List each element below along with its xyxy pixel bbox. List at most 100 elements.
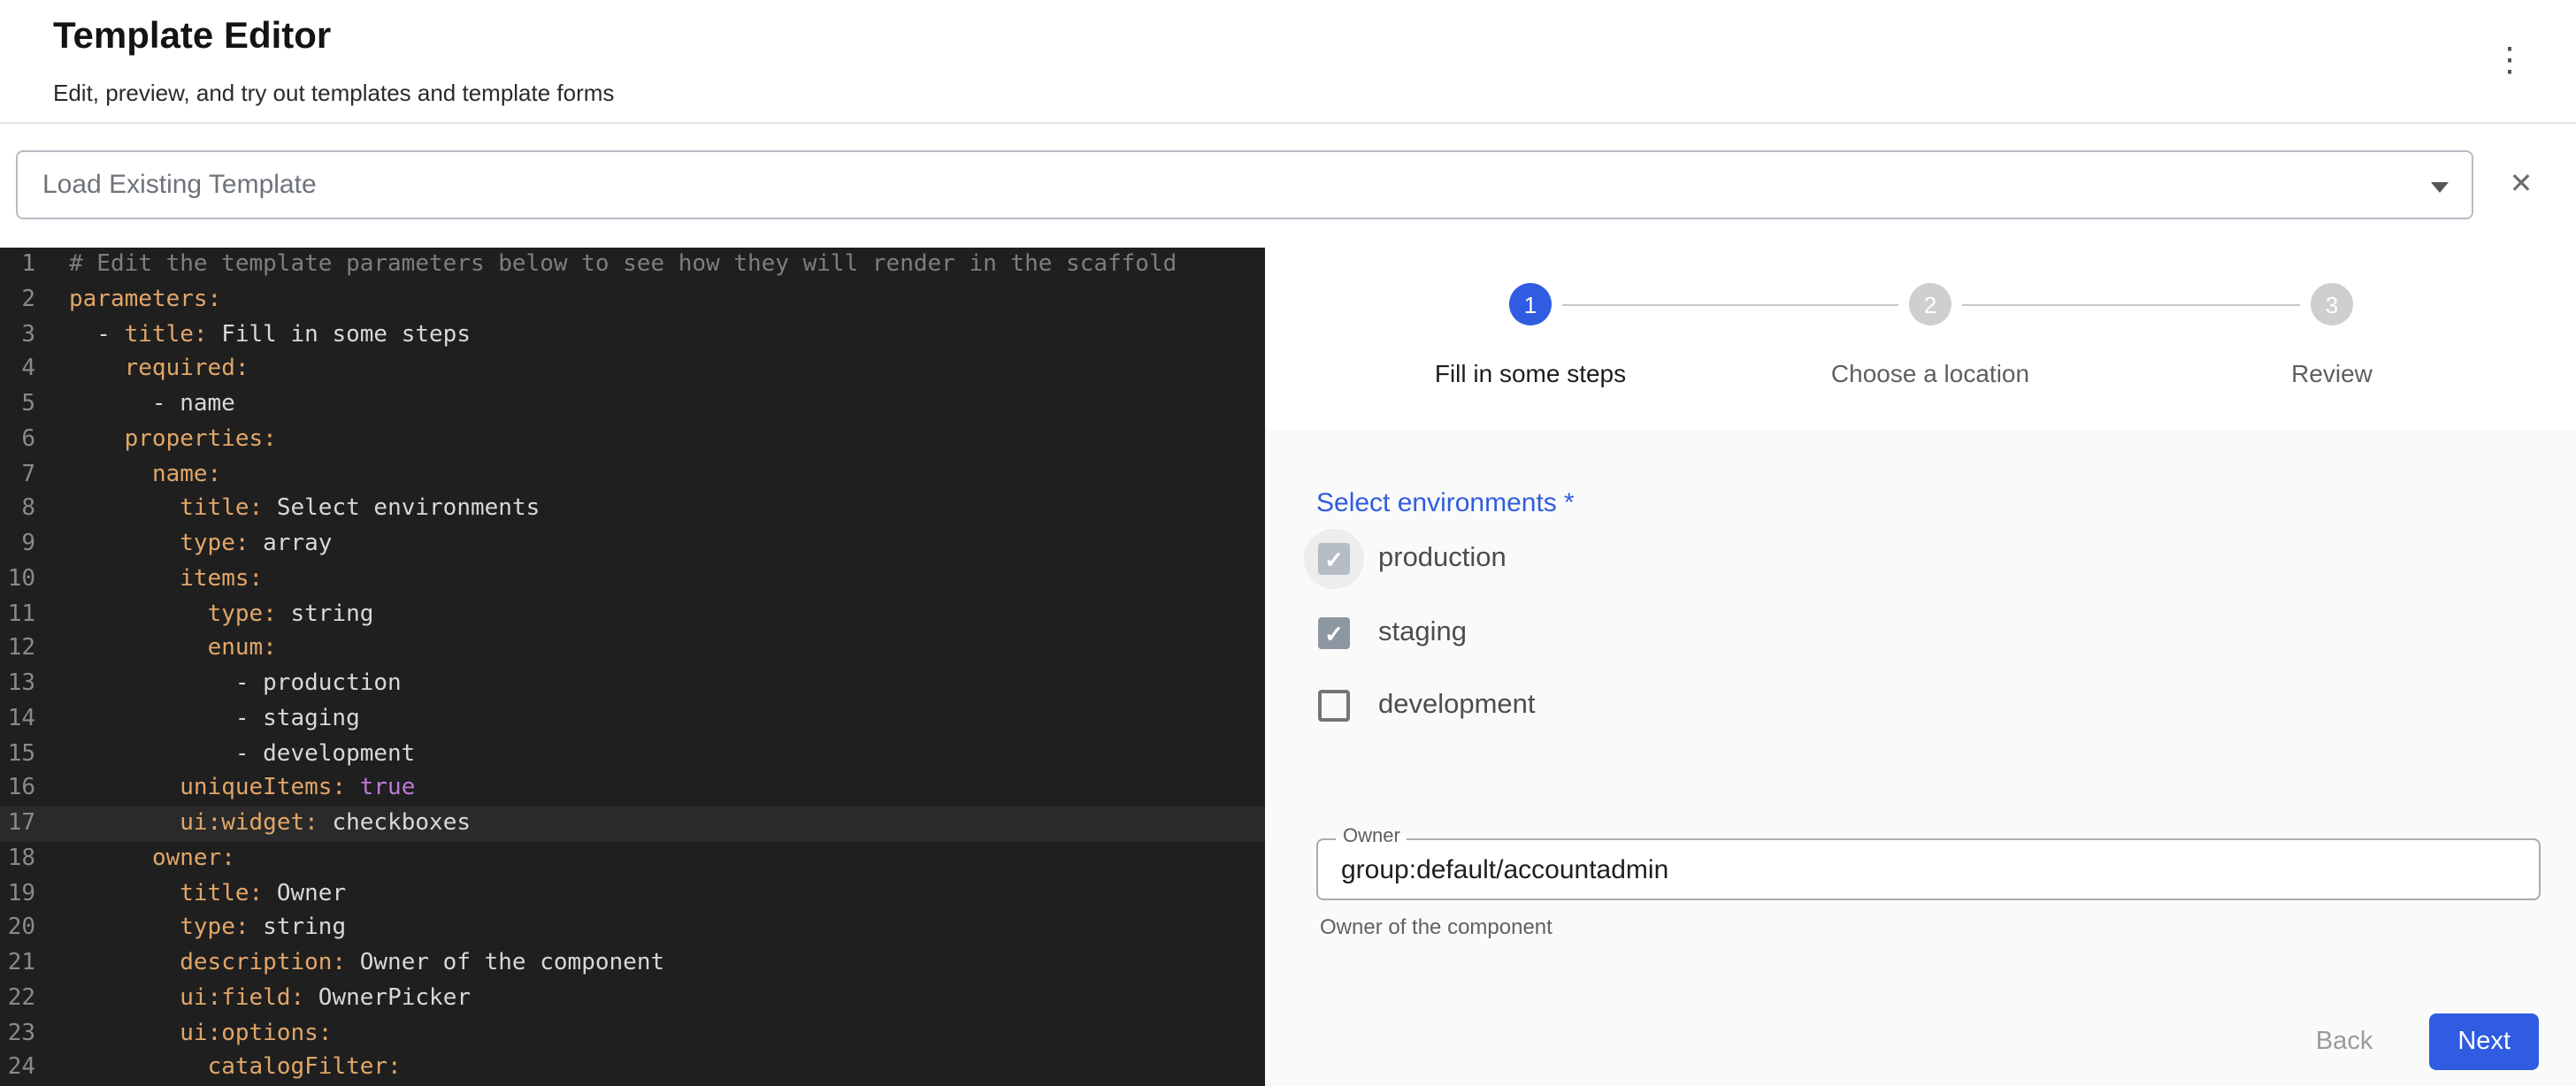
stepper-step-1: 1Fill in some steps — [1389, 283, 1672, 387]
code-line[interactable]: 14 - staging — [0, 702, 1265, 738]
checkbox-label[interactable]: development — [1378, 690, 1536, 722]
line-number: 16 — [0, 772, 35, 807]
step-label: Review — [2291, 359, 2373, 387]
checkbox-row-development[interactable]: development — [1304, 676, 1536, 736]
line-number: 8 — [0, 493, 35, 528]
line-number: 14 — [0, 702, 35, 738]
code-line[interactable]: 21 description: Owner of the component — [0, 946, 1265, 982]
check-icon: ✓ — [1324, 547, 1344, 570]
line-number: 10 — [0, 562, 35, 598]
select-environments-label: Select environments* — [1316, 488, 1575, 518]
line-code: - development — [35, 737, 415, 772]
checkbox-slot — [1304, 676, 1364, 736]
step-number-badge: 2 — [1909, 283, 1951, 325]
checkbox-slot: ✓ — [1304, 603, 1364, 663]
kebab-menu-icon[interactable]: ⋮ — [2482, 41, 2537, 81]
line-code: - name — [35, 387, 235, 423]
chevron-down-icon — [2431, 182, 2449, 193]
line-number: 2 — [0, 283, 35, 318]
code-editor[interactable]: 1# Edit the template parameters below to… — [0, 248, 1265, 1086]
line-number: 1 — [0, 248, 35, 283]
code-line[interactable]: 23 ui:options: — [0, 1016, 1265, 1052]
code-line[interactable]: 10 items: — [0, 562, 1265, 598]
line-number: 9 — [0, 527, 35, 562]
checkbox-slot: ✓ — [1304, 529, 1364, 589]
code-line[interactable]: 6 properties: — [0, 423, 1265, 458]
form-section: Select environments* ✓ production ✓ staging… — [1265, 430, 2576, 1086]
code-line[interactable]: 22 ui:field: OwnerPicker — [0, 982, 1265, 1017]
code-line[interactable]: 18 owner: — [0, 842, 1265, 877]
checkbox-row-production[interactable]: ✓ production — [1304, 529, 1506, 589]
checkbox-checked-icon[interactable]: ✓ — [1318, 543, 1350, 575]
load-template-row: Load Existing Template ✕ — [16, 150, 2560, 219]
owner-helper-text: Owner of the component — [1320, 914, 1552, 939]
code-line[interactable]: 11 type: string — [0, 597, 1265, 632]
line-code: uniqueItems: true — [35, 772, 415, 807]
line-number: 13 — [0, 667, 35, 702]
load-template-placeholder: Load Existing Template — [42, 170, 317, 200]
code-line[interactable]: 4 required: — [0, 353, 1265, 388]
load-template-select[interactable]: Load Existing Template — [16, 150, 2473, 219]
line-number: 7 — [0, 457, 35, 493]
back-button[interactable]: Back — [2309, 1017, 2380, 1067]
line-code: name: — [35, 457, 221, 493]
code-line[interactable]: 7 name: — [0, 457, 1265, 493]
checkbox-label[interactable]: staging — [1378, 617, 1467, 649]
code-line[interactable]: 19 title: Owner — [0, 876, 1265, 912]
code-line[interactable]: 5 - name — [0, 387, 1265, 423]
line-number: 12 — [0, 632, 35, 668]
line-code: type: string — [35, 912, 346, 947]
line-code: description: Owner of the component — [35, 946, 664, 982]
page-subtitle: Edit, preview, and try out templates and… — [53, 80, 614, 106]
line-number: 22 — [0, 982, 35, 1017]
checkbox-label[interactable]: production — [1378, 543, 1506, 575]
next-button[interactable]: Next — [2429, 1013, 2539, 1070]
step-number-badge: 3 — [2311, 283, 2353, 325]
code-line[interactable]: 9 type: array — [0, 527, 1265, 562]
checkbox-checked-icon[interactable]: ✓ — [1318, 617, 1350, 649]
close-icon[interactable]: ✕ — [2500, 164, 2542, 207]
line-code: ui:field: OwnerPicker — [35, 982, 471, 1017]
code-line[interactable]: 2parameters: — [0, 283, 1265, 318]
line-code: catalogFilter: — [35, 1052, 402, 1086]
line-number: 4 — [0, 353, 35, 388]
checkbox-row-staging[interactable]: ✓ staging — [1304, 603, 1467, 663]
owner-field[interactable]: Owner group:default/accountadmin — [1316, 838, 2541, 900]
line-number: 17 — [0, 807, 35, 842]
line-number: 20 — [0, 912, 35, 947]
line-number: 18 — [0, 842, 35, 877]
line-number: 5 — [0, 387, 35, 423]
line-code: parameters: — [35, 283, 221, 318]
line-code: ui:widget: checkboxes — [35, 807, 471, 842]
line-number: 15 — [0, 737, 35, 772]
code-line[interactable]: 17 ui:widget: checkboxes — [0, 807, 1265, 842]
code-line[interactable]: 24 catalogFilter: — [0, 1052, 1265, 1086]
code-line[interactable]: 1# Edit the template parameters below to… — [0, 248, 1265, 283]
line-code: type: string — [35, 597, 373, 632]
template-editor-page: Template Editor Edit, preview, and try o… — [0, 0, 2576, 1086]
line-code: title: Select environments — [35, 493, 540, 528]
line-number: 11 — [0, 597, 35, 632]
line-number: 21 — [0, 946, 35, 982]
line-code: - title: Fill in some steps — [35, 317, 471, 353]
code-line[interactable]: 8 title: Select environments — [0, 493, 1265, 528]
code-line[interactable]: 15 - development — [0, 737, 1265, 772]
line-number: 19 — [0, 876, 35, 912]
line-code: owner: — [35, 842, 235, 877]
stepper: 1Fill in some steps 2Choose a location 3 Re… — [1265, 248, 2576, 430]
line-code: items: — [35, 562, 263, 598]
line-number: 3 — [0, 317, 35, 353]
code-line[interactable]: 13 - production — [0, 667, 1265, 702]
line-code: ui:options: — [35, 1016, 332, 1052]
form-actions: Back Next — [2309, 1013, 2539, 1070]
stepper-step-2: 2Choose a location — [1789, 283, 2072, 387]
code-line[interactable]: 20 type: string — [0, 912, 1265, 947]
line-number: 6 — [0, 423, 35, 458]
code-line[interactable]: 16 uniqueItems: true — [0, 772, 1265, 807]
page-title: Template Editor — [53, 16, 331, 58]
page-header: Template Editor Edit, preview, and try o… — [0, 0, 2576, 124]
code-line[interactable]: 3 - title: Fill in some steps — [0, 317, 1265, 353]
required-asterisk: * — [1564, 488, 1575, 518]
code-line[interactable]: 12 enum: — [0, 632, 1265, 668]
checkbox-unchecked-icon[interactable] — [1318, 690, 1350, 722]
